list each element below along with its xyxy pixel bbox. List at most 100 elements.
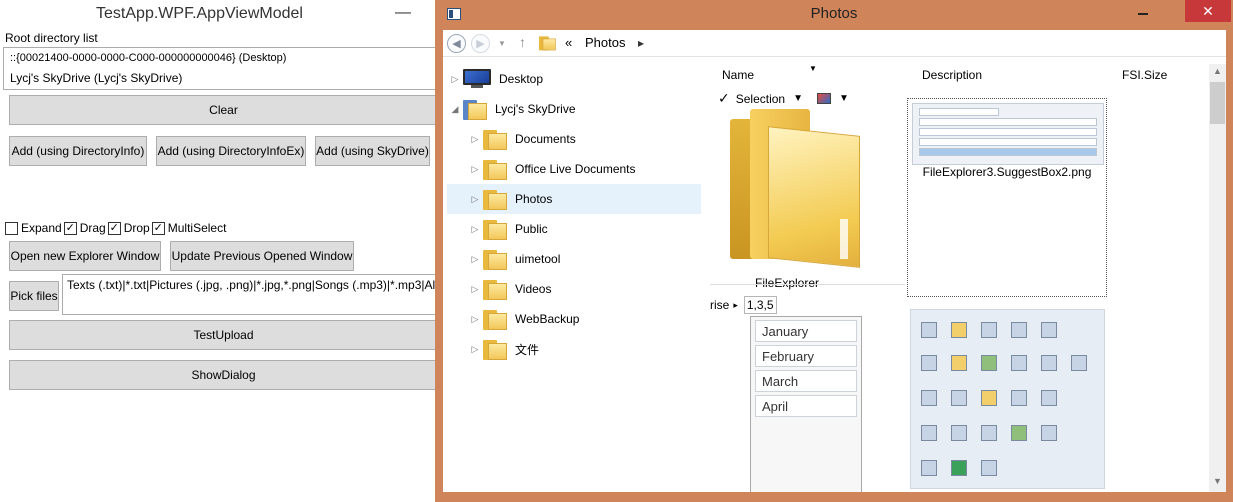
- folder-icon: [483, 338, 507, 360]
- expand-arrow-icon[interactable]: ▷: [467, 344, 483, 355]
- divider: [710, 284, 905, 285]
- month-suggest-list: January February March April: [750, 316, 862, 492]
- tree-item-uimetool[interactable]: ▷ uimetool: [447, 244, 701, 274]
- file-filter-input[interactable]: Texts (.txt)|*.txt|Pictures (.jpg, .png)…: [62, 274, 438, 315]
- tree-item-chinese-folder[interactable]: ▷ 文件: [447, 334, 701, 364]
- tree-item-public[interactable]: ▷ Public: [447, 214, 701, 244]
- back-arrow-icon[interactable]: ◀: [447, 34, 466, 53]
- tree-item-label: Office Live Documents: [515, 162, 636, 176]
- vertical-scrollbar[interactable]: ▲ ▼: [1209, 64, 1226, 492]
- tree-item-skydrive[interactable]: ◢ Lycj's SkyDrive: [447, 94, 701, 124]
- expand-arrow-icon[interactable]: ▷: [467, 224, 483, 235]
- explorer-client-area: ◀ ▶ ▼ ↑ « Photos ▸ ▷ Desktop ◢ Lycj's Sk…: [443, 30, 1226, 492]
- open-explorer-window-button[interactable]: Open new Explorer Window: [9, 241, 161, 271]
- tree-item-webbackup[interactable]: ▷ WebBackup: [447, 304, 701, 334]
- scroll-up-icon[interactable]: ▲: [1213, 66, 1222, 76]
- drag-checkbox[interactable]: ✓ Drag: [63, 221, 106, 235]
- scroll-thumb[interactable]: [1210, 82, 1225, 124]
- view-mode-dropdown-icon[interactable]: ▼: [839, 93, 849, 104]
- tree-item-photos[interactable]: ▷ Photos: [447, 184, 701, 214]
- folder-icon: [951, 322, 967, 338]
- tree-item-label: Photos: [515, 192, 553, 206]
- clear-button[interactable]: Clear: [9, 95, 438, 125]
- file-icon: [981, 460, 997, 476]
- up-arrow-icon[interactable]: ↑: [519, 34, 526, 50]
- list-item[interactable]: February: [755, 345, 857, 367]
- file-item-selected[interactable]: FileExplorer3.SuggestBox2.png: [907, 98, 1107, 297]
- address-folder-icon: [539, 35, 556, 51]
- checkbox-label: Drop: [123, 221, 150, 235]
- root-directory-label: Root directory list: [5, 31, 98, 45]
- file-icon: [1041, 322, 1057, 338]
- checkbox-box[interactable]: ✓: [63, 221, 77, 235]
- selection-dropdown-icon[interactable]: ▼: [793, 93, 803, 104]
- list-item[interactable]: Lycj's SkyDrive (Lycj's SkyDrive): [4, 68, 436, 88]
- add-skydrive-button[interactable]: Add (using SkyDrive): [315, 136, 430, 166]
- file-icon: [1041, 355, 1057, 371]
- column-header-size[interactable]: FSI.Size: [1122, 68, 1167, 82]
- tree-item-desktop[interactable]: ▷ Desktop: [447, 64, 701, 94]
- checkbox-box[interactable]: ✓: [151, 221, 165, 235]
- checkbox-label: Drag: [79, 221, 106, 235]
- minimize-icon: [1138, 13, 1148, 15]
- list-item[interactable]: April: [755, 395, 857, 417]
- expand-arrow-icon[interactable]: ▷: [467, 314, 483, 325]
- expand-arrow-icon[interactable]: ▷: [467, 164, 483, 175]
- expand-arrow-icon[interactable]: ▷: [467, 134, 483, 145]
- test-upload-button[interactable]: TestUpload: [9, 320, 438, 350]
- selection-label[interactable]: Selection: [736, 92, 785, 106]
- tree-item-office-live-documents[interactable]: ▷ Office Live Documents: [447, 154, 701, 184]
- list-item[interactable]: January: [755, 320, 857, 342]
- expand-arrow-icon[interactable]: ▷: [447, 74, 463, 85]
- scroll-down-icon[interactable]: ▼: [1213, 476, 1222, 486]
- root-directory-list[interactable]: ::{00021400-0000-0000-C000-000000000046}…: [3, 47, 437, 90]
- list-item[interactable]: March: [755, 370, 857, 392]
- drop-checkbox[interactable]: ✓ Drop: [107, 221, 150, 235]
- file-icon: [1041, 425, 1057, 441]
- tree-item-documents[interactable]: ▷ Documents: [447, 124, 701, 154]
- desktop-icon: [463, 69, 491, 89]
- tree-item-label: 文件: [515, 342, 540, 357]
- pick-files-button[interactable]: Pick files: [9, 281, 59, 311]
- column-header-name[interactable]: Name ▼: [722, 64, 817, 82]
- expand-arrow-icon[interactable]: ▷: [467, 254, 483, 265]
- tree-item-videos[interactable]: ▷ Videos: [447, 274, 701, 304]
- expand-arrow-icon[interactable]: ▷: [467, 194, 483, 205]
- add-directoryinfo-button[interactable]: Add (using DirectoryInfo): [9, 136, 147, 166]
- list-item[interactable]: ::{00021400-0000-0000-C000-000000000046}…: [4, 48, 436, 68]
- show-dialog-button[interactable]: ShowDialog: [9, 360, 438, 390]
- add-directoryinfoex-button[interactable]: Add (using DirectoryInfoEx): [156, 136, 306, 166]
- breadcrumb-value[interactable]: 1,3,5: [743, 296, 777, 314]
- checkbox-row: Expand ✓ Drag ✓ Drop ✓ MultiSelect: [5, 220, 228, 236]
- collapse-arrow-icon[interactable]: ◢: [447, 104, 463, 115]
- file-list-pane: Name ▼ Description FSI.Size ✓ Selection …: [710, 64, 1220, 492]
- file-icon: [1011, 355, 1027, 371]
- address-overflow-icon[interactable]: «: [565, 35, 572, 50]
- recent-dropdown-icon[interactable]: ▼: [498, 39, 506, 48]
- expand-arrow-icon[interactable]: ▷: [467, 284, 483, 295]
- sort-dropdown-icon[interactable]: ▼: [809, 64, 817, 73]
- folder-icon: [483, 188, 507, 210]
- chevron-right-icon[interactable]: ▸: [638, 36, 644, 50]
- minimize-button[interactable]: [1128, 0, 1158, 22]
- expand-checkbox[interactable]: Expand: [5, 221, 62, 235]
- large-folder-icon[interactable]: [730, 109, 890, 268]
- title-bar: TestApp.WPF.AppViewModel —: [0, 0, 439, 30]
- window-title: TestApp.WPF.AppViewModel: [96, 5, 303, 22]
- file-icon: [1041, 390, 1057, 406]
- checkbox-label: MultiSelect: [167, 221, 227, 235]
- folder-icon: [951, 355, 967, 371]
- minimize-button[interactable]: —: [395, 4, 411, 22]
- checkbox-box[interactable]: ✓: [107, 221, 121, 235]
- address-current[interactable]: Photos: [585, 35, 625, 50]
- file-item-label[interactable]: FileExplorer: [755, 276, 819, 290]
- checkbox-box[interactable]: [5, 221, 18, 235]
- column-header-description[interactable]: Description: [922, 68, 982, 82]
- close-button[interactable]: ✕: [1185, 0, 1231, 22]
- update-previous-window-button[interactable]: Update Previous Opened Window: [170, 241, 354, 271]
- file-icon: [951, 390, 967, 406]
- forward-arrow-icon[interactable]: ▶: [471, 34, 490, 53]
- multiselect-checkbox[interactable]: ✓ MultiSelect: [151, 221, 227, 235]
- selection-toolbar: ✓ Selection ▼ ▼: [718, 90, 849, 107]
- view-mode-icon[interactable]: [817, 93, 832, 104]
